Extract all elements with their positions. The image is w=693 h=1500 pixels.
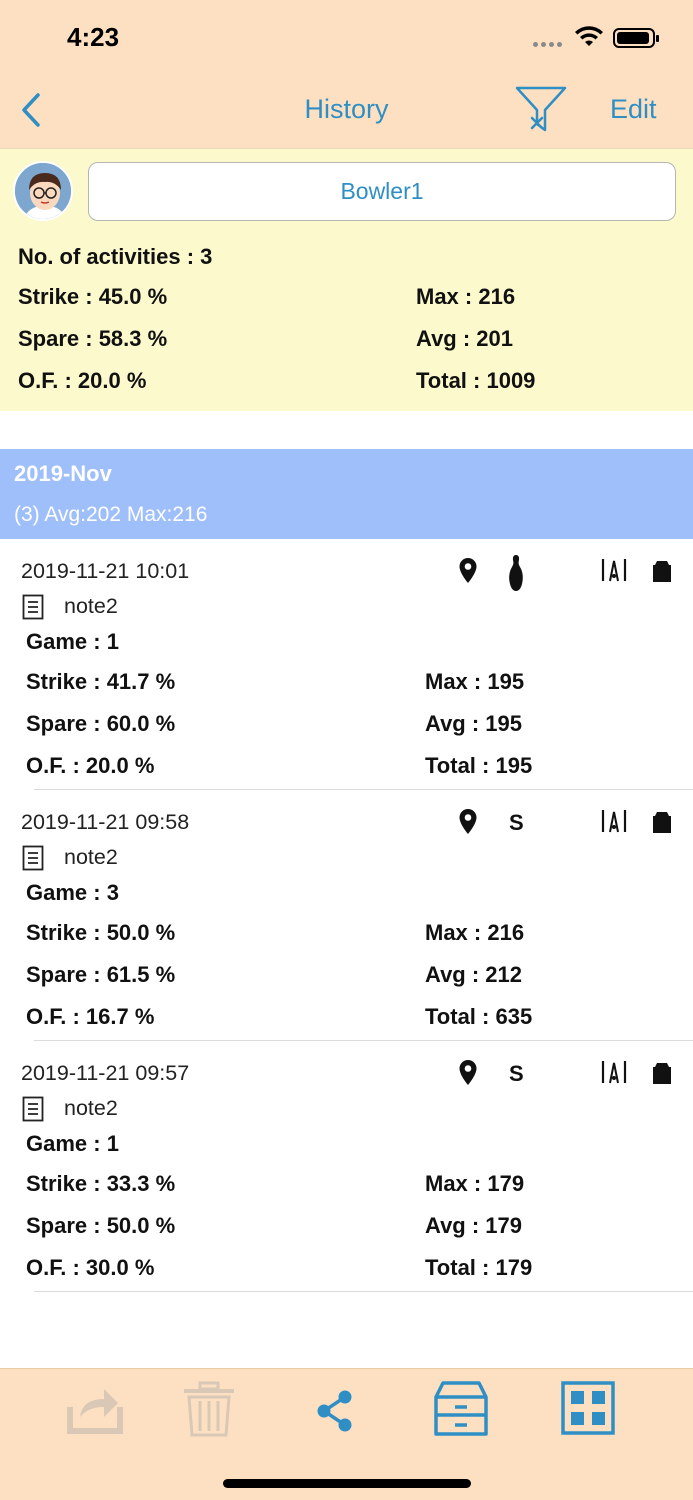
status-time: 4:23 — [67, 22, 120, 52]
bowler-selector[interactable]: Bowler1 — [88, 162, 676, 221]
max-stat: Max : 216 — [425, 920, 525, 945]
max-stat: Max : 179 — [425, 1171, 525, 1196]
total-stat: Total : 195 — [425, 753, 533, 778]
game-count: Game : 1 — [26, 629, 119, 654]
open-frame-stat: O.F. : 20.0 % — [18, 368, 147, 393]
avatar[interactable] — [13, 161, 73, 221]
avg-stat: Avg : 201 — [416, 326, 514, 351]
note-icon — [22, 594, 44, 620]
activity-row[interactable]: 2019-11-21 09:57 S note2 Game : 1 Strike… — [0, 1041, 693, 1292]
note-icon — [22, 845, 44, 871]
strike-stat: Strike : 45.0 % — [18, 284, 168, 309]
total-stat: Total : 1009 — [416, 368, 536, 393]
strike-stat: Strike : 50.0 % — [26, 920, 176, 945]
activity-note: note2 — [64, 845, 118, 869]
signal-icon — [533, 42, 565, 48]
edit-button[interactable]: Edit — [610, 94, 657, 125]
spare-stat: Spare : 60.0 % — [26, 711, 176, 736]
home-indicator — [223, 1479, 471, 1488]
strike-stat: Strike : 41.7 % — [26, 669, 176, 694]
total-stat: Total : 635 — [425, 1004, 533, 1029]
strike-stat: Strike : 33.3 % — [26, 1171, 176, 1196]
activity-date: 2019-11-21 09:58 — [21, 810, 190, 834]
grid-icon[interactable] — [561, 1381, 615, 1435]
s-icon: S — [509, 1061, 524, 1086]
lane-pattern-icon[interactable] — [601, 808, 627, 834]
open-frame-stat: O.F. : 16.7 % — [26, 1004, 155, 1029]
game-count: Game : 3 — [26, 880, 119, 905]
open-frame-stat: O.F. : 20.0 % — [26, 753, 155, 778]
ball-bag-icon[interactable] — [651, 1061, 673, 1085]
lane-pattern-icon[interactable] — [601, 1059, 627, 1085]
section-subtitle: (3) Avg:202 Max:216 — [14, 503, 208, 526]
activity-note: note2 — [64, 1096, 118, 1120]
max-stat: Max : 216 — [416, 284, 516, 309]
cabinet-icon[interactable] — [433, 1381, 489, 1437]
bottom-toolbar — [0, 1368, 693, 1500]
open-frame-stat: O.F. : 30.0 % — [26, 1255, 155, 1280]
s-icon: S — [509, 810, 524, 835]
bowler-avatar-icon — [15, 163, 71, 219]
filter-clear-icon[interactable] — [514, 84, 568, 136]
avg-stat: Avg : 179 — [425, 1213, 523, 1238]
location-pin-icon[interactable] — [458, 1059, 478, 1087]
wifi-icon — [575, 26, 603, 46]
location-pin-icon[interactable] — [458, 808, 478, 836]
share-icon[interactable] — [314, 1389, 356, 1433]
activity-row[interactable]: 2019-11-21 10:01 note2 Game : 1 Strike :… — [0, 539, 693, 790]
trash-icon[interactable] — [182, 1381, 236, 1437]
location-pin-icon[interactable] — [458, 557, 478, 585]
battery-icon — [613, 28, 659, 48]
spare-stat: Spare : 58.3 % — [18, 326, 168, 351]
activity-note: note2 — [64, 594, 118, 618]
bowling-pin-icon — [509, 555, 523, 591]
bowler-summary: Bowler1 No. of activities : 3 Strike : 4… — [0, 148, 693, 411]
activity-date: 2019-11-21 09:57 — [21, 1061, 190, 1085]
page-title: History — [304, 94, 389, 124]
note-icon — [22, 1096, 44, 1122]
lane-pattern-icon[interactable] — [601, 557, 627, 583]
section-header: 2019-Nov (3) Avg:202 Max:216 — [0, 449, 693, 539]
spare-stat: Spare : 50.0 % — [26, 1213, 176, 1238]
game-count: Game : 1 — [26, 1131, 119, 1156]
total-stat: Total : 179 — [425, 1255, 533, 1280]
ball-bag-icon[interactable] — [651, 559, 673, 583]
avg-stat: Avg : 212 — [425, 962, 523, 987]
row-divider — [34, 1291, 693, 1292]
avg-stat: Avg : 195 — [425, 711, 523, 736]
activity-date: 2019-11-21 10:01 — [21, 559, 190, 583]
spare-stat: Spare : 61.5 % — [26, 962, 176, 987]
section-title: 2019-Nov — [14, 461, 112, 486]
max-stat: Max : 195 — [425, 669, 525, 694]
activities-count: No. of activities : 3 — [18, 244, 213, 269]
ball-bag-icon[interactable] — [651, 810, 673, 834]
top-bar: 4:23 History Edit — [0, 0, 693, 148]
export-icon[interactable] — [66, 1381, 124, 1435]
activity-row[interactable]: 2019-11-21 09:58 S note2 Game : 3 Strike… — [0, 790, 693, 1041]
